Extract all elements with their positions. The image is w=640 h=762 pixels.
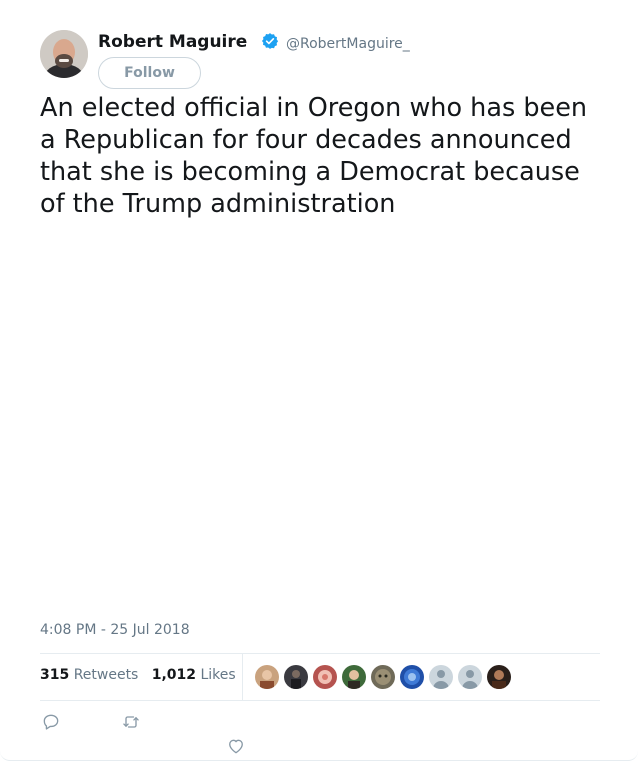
follow-button[interactable]: Follow (98, 57, 201, 89)
author-handle[interactable]: @RobertMaguire_ (286, 36, 410, 52)
liker-avatar[interactable] (342, 665, 366, 689)
liker-avatar[interactable] (313, 665, 337, 689)
author-avatar[interactable] (40, 30, 88, 78)
stats-separator (242, 654, 243, 700)
divider-top (40, 653, 600, 654)
liker-avatar[interactable] (255, 665, 279, 689)
tweet-timestamp[interactable]: 4:08 PM - 25 Jul 2018 (40, 622, 190, 638)
reply-icon[interactable] (41, 712, 61, 732)
retweets-count[interactable]: 315 (40, 667, 69, 683)
likes-count[interactable]: 1,012 (152, 667, 196, 683)
liker-avatar[interactable] (400, 665, 424, 689)
divider-bottom (40, 700, 600, 701)
author-name[interactable]: Robert Maguire (98, 32, 247, 52)
liker-avatar[interactable] (487, 665, 511, 689)
engagement-stats: 315 Retweets 1,012 Likes (40, 667, 236, 683)
like-icon[interactable] (226, 736, 246, 756)
liker-avatar[interactable] (429, 665, 453, 689)
tweet-card: Robert Maguire @RobertMaguire_ Follow An… (0, 0, 638, 761)
liker-avatar[interactable] (458, 665, 482, 689)
retweet-icon[interactable] (121, 712, 141, 732)
verified-badge-icon (261, 33, 279, 49)
liker-avatar[interactable] (371, 665, 395, 689)
liker-avatar[interactable] (284, 665, 308, 689)
retweets-label[interactable]: Retweets (74, 667, 139, 683)
likes-label[interactable]: Likes (200, 667, 235, 683)
tweet-text: An elected official in Oregon who has be… (40, 93, 588, 219)
